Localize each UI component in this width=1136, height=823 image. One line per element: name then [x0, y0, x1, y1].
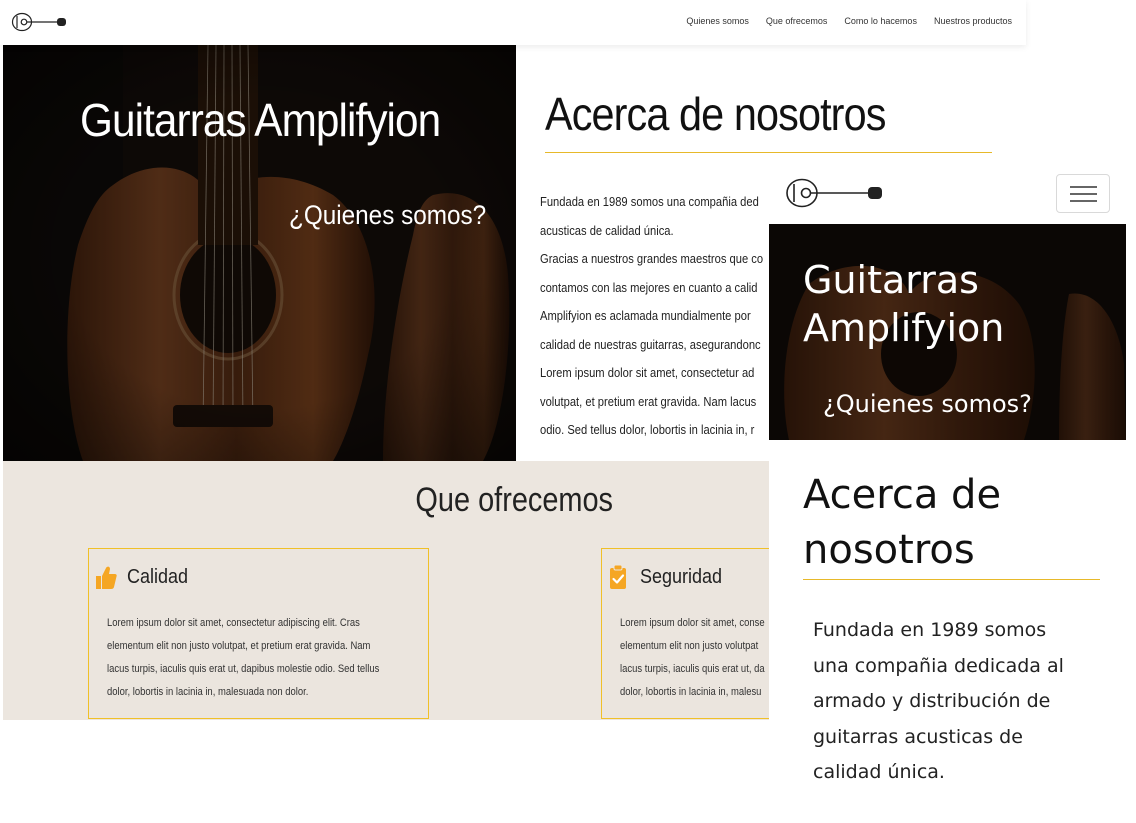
offer-card-calidad: Calidad Lorem ipsum dolor sit amet, cons… [88, 548, 429, 719]
mobile-hero-title: Guitarras Amplifyion [803, 258, 1005, 350]
guitar-logo-icon[interactable] [11, 11, 67, 33]
mobile-hero-subtitle: ¿Quienes somos? [823, 390, 1032, 418]
clipboard-check-icon [610, 564, 626, 589]
mobile-preview: Guitarras Amplifyion ¿Quienes somos? Ace… [769, 166, 1136, 823]
card-header: Calidad [95, 564, 195, 590]
hero-subtitle: ¿Quienes somos? [289, 200, 487, 230]
mobile-about-title: Acerca de nosotros [803, 472, 1002, 573]
card-line: lacus turpis, iaculis quis erat ut, dapi… [107, 663, 380, 675]
offer-title-text: Que ofrecemos [415, 481, 614, 519]
card-line: dolor, lobortis in lacinia in, malesuada… [107, 686, 309, 698]
nav-link-que-ofrecemos[interactable]: Que ofrecemos [766, 16, 828, 26]
menu-bar [1070, 193, 1097, 195]
thumbs-up-icon [96, 566, 117, 589]
mobile-about-line: guitarras acusticas de [813, 725, 1023, 748]
about-title: Acerca de nosotros [545, 88, 886, 140]
card-header: Seguridad [608, 564, 731, 590]
hamburger-menu-icon[interactable] [1056, 174, 1110, 213]
mobile-hero-section: Guitarras Amplifyion ¿Quienes somos? [769, 224, 1126, 440]
nav-link-quienes-somos[interactable]: Quienes somos [686, 16, 749, 26]
about-divider [545, 152, 992, 153]
nav-link-como-lo-hacemos[interactable]: Como lo hacemos [844, 16, 917, 26]
nav-links: Quienes somos Que ofrecemos Como lo hace… [686, 16, 1012, 26]
card-title: Calidad [127, 565, 189, 588]
menu-bar [1070, 186, 1097, 188]
hero-title: Guitarras Amplifyion [80, 94, 441, 146]
hero-section: Guitarras Amplifyion ¿Quienes somos? [3, 45, 516, 461]
guitar-logo-icon[interactable] [784, 176, 883, 210]
card-text: Lorem ipsum dolor sit amet, consectetur … [107, 612, 467, 704]
mobile-about-line: calidad única. [813, 761, 945, 783]
card-title: Seguridad [640, 565, 723, 588]
card-line: elementum elit non justo volutpat, et pr… [107, 640, 371, 652]
mobile-about-line: armado y distribución de [813, 690, 1051, 712]
navbar: Quienes somos Que ofrecemos Como lo hace… [0, 0, 1026, 45]
card-line: Lorem ipsum dolor sit amet, consectetur … [107, 617, 360, 629]
mobile-about-text: Fundada en 1989 somos una compañia dedic… [813, 613, 1113, 791]
mobile-about-divider [803, 579, 1100, 580]
mobile-about-line: Fundada en 1989 somos [813, 619, 1047, 641]
menu-bar [1070, 200, 1097, 202]
nav-link-nuestros-productos[interactable]: Nuestros productos [934, 16, 1012, 26]
mobile-about-line: una compañia dedicada al [813, 654, 1064, 677]
